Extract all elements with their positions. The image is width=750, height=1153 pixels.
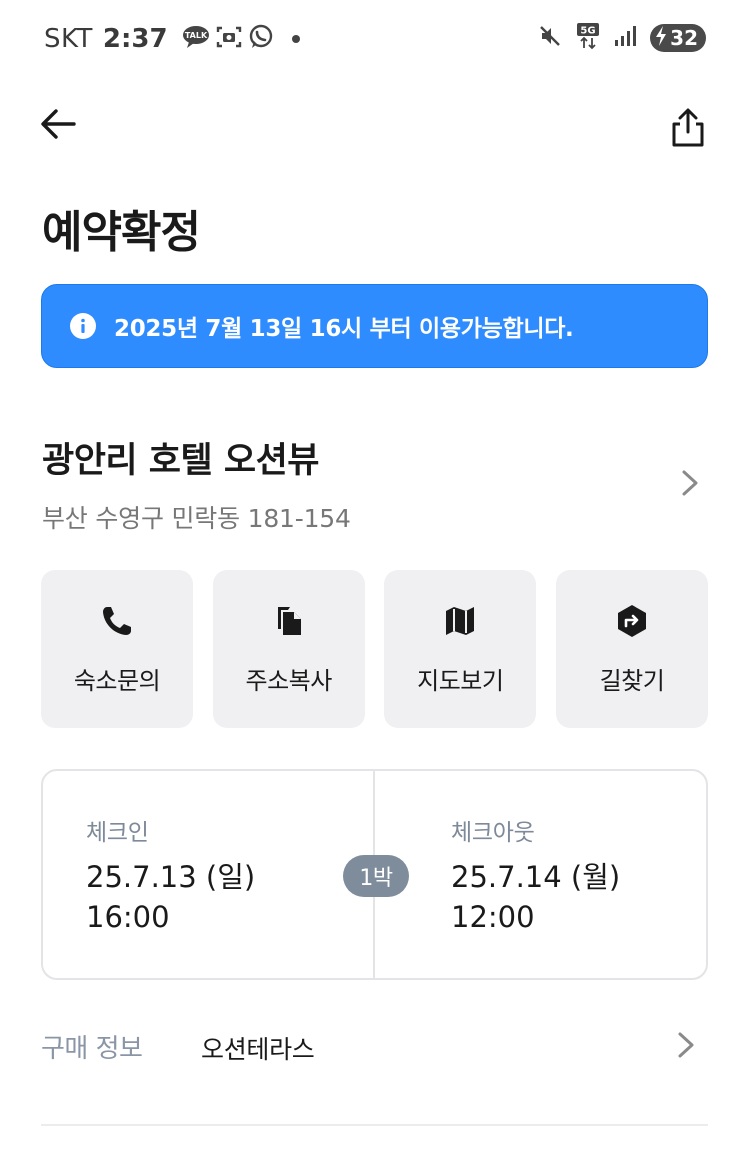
svg-text:TALK: TALK xyxy=(184,31,207,40)
screenshot-icon xyxy=(216,25,242,53)
action-label: 주소복사 xyxy=(245,666,332,695)
checkin-label: 체크인 xyxy=(86,820,149,846)
purchase-info-row[interactable]: 구매 정보 오션테라스 xyxy=(41,1012,708,1076)
status-bar: SKT 2:37 TALK 5G 32 xyxy=(0,0,750,80)
notice-text: 2025년 7월 13일 16시 부터 이용가능합니다. xyxy=(114,316,574,342)
action-label: 길찾기 xyxy=(599,666,665,695)
chevron-right-icon xyxy=(678,1032,694,1058)
phone-icon xyxy=(99,603,135,639)
carrier-name: SKT xyxy=(44,24,93,54)
directions-icon xyxy=(614,603,650,639)
map-icon xyxy=(442,603,478,639)
more-notifications-dot xyxy=(291,35,300,43)
action-label: 숙소문의 xyxy=(73,666,161,695)
svg-text:5G: 5G xyxy=(581,26,596,37)
view-map-button[interactable]: 지도보기 xyxy=(384,570,537,728)
contact-lodging-button[interactable]: 숙소문의 xyxy=(41,570,193,728)
clock: 2:37 xyxy=(102,24,168,54)
checkout-time: 12:00 xyxy=(451,900,535,934)
notification-icons: TALK xyxy=(182,24,300,54)
checkout-label: 체크아웃 xyxy=(451,820,535,846)
share-button[interactable] xyxy=(668,106,708,150)
network-5g-icon: 5G xyxy=(576,22,600,54)
hotel-name: 광안리 호텔 오션뷰 xyxy=(42,441,319,481)
directions-button[interactable]: 길찾기 xyxy=(555,570,708,728)
battery-level: 32 xyxy=(670,26,698,50)
copy-address-button[interactable]: 주소복사 xyxy=(212,570,365,728)
quick-actions: 숙소문의 주소복사 지도보기 길찾기 xyxy=(41,570,708,728)
divider xyxy=(41,1124,708,1126)
checkout-date: 25.7.14 (월) xyxy=(451,860,621,894)
hotel-address: 부산 수영구 민락동 181-154 xyxy=(42,504,351,533)
chevron-right-icon xyxy=(682,470,698,496)
whatsapp-icon xyxy=(248,24,274,54)
nights-badge: 1박 xyxy=(343,855,409,897)
share-icon xyxy=(672,108,704,147)
availability-notice: 2025년 7월 13일 16시 부터 이용가능합니다. xyxy=(41,284,708,368)
checkout-section: 체크아웃 25.7.14 (월) 12:00 xyxy=(451,813,620,937)
top-app-bar xyxy=(0,96,750,156)
charging-icon xyxy=(654,25,668,51)
copy-icon xyxy=(271,603,307,639)
hotel-info-row[interactable]: 광안리 호텔 오션뷰 부산 수영구 민락동 181-154 xyxy=(42,432,708,533)
talk-icon: TALK xyxy=(182,25,210,53)
mute-icon xyxy=(538,24,562,52)
arrow-left-icon xyxy=(41,109,76,139)
battery-indicator: 32 xyxy=(650,24,706,52)
stay-period-card: 체크인 25.7.13 (일) 16:00 1박 체크아웃 25.7.14 (월… xyxy=(41,769,708,980)
info-icon xyxy=(70,313,96,339)
signal-icon xyxy=(614,25,637,51)
checkin-time: 16:00 xyxy=(86,900,170,934)
checkin-section: 체크인 25.7.13 (일) 16:00 xyxy=(86,813,255,937)
status-bar-left: SKT 2:37 TALK xyxy=(44,24,300,54)
purchase-info-value: 오션테라스 xyxy=(201,1035,315,1064)
status-bar-right: 5G 32 xyxy=(538,22,706,54)
back-button[interactable] xyxy=(36,102,80,146)
checkin-date: 25.7.13 (일) xyxy=(86,860,256,894)
purchase-info-label: 구매 정보 xyxy=(41,1034,143,1064)
page-title: 예약확정 xyxy=(42,207,201,258)
action-label: 지도보기 xyxy=(417,666,504,695)
